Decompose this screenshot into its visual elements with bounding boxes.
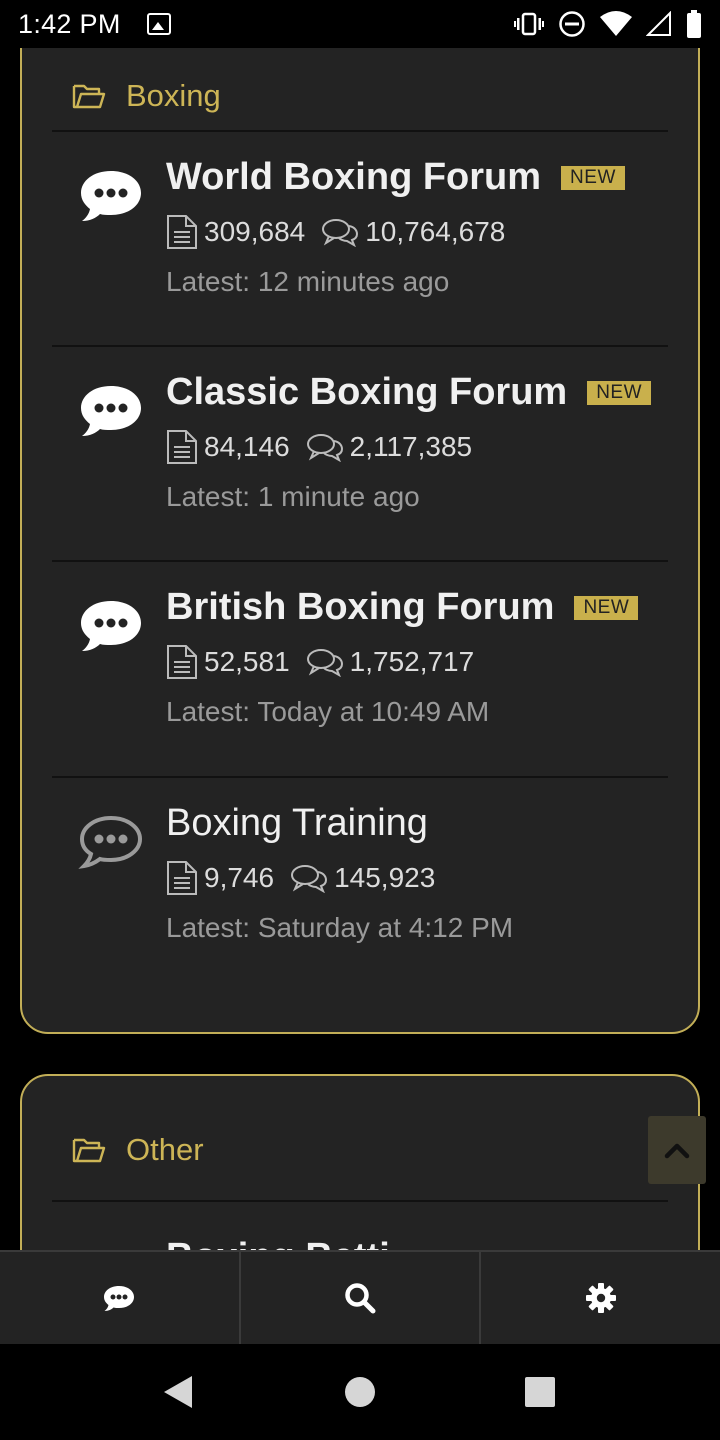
category-title: Boxing: [126, 78, 221, 113]
thread-count: 309,684: [204, 216, 306, 247]
messages-icon: [306, 434, 343, 462]
thread-count: 52,581: [204, 646, 290, 677]
messages-icon: [322, 219, 359, 247]
search-icon: [345, 1283, 376, 1314]
new-badge: NEW: [587, 380, 652, 405]
forum-title-text[interactable]: World Boxing Forum: [166, 156, 541, 199]
chat-bubble-icon: [81, 171, 141, 221]
forum-title[interactable]: Classic Boxing Forum NEW: [166, 371, 652, 414]
latest-post[interactable]: Latest: 1 minute ago: [166, 481, 420, 513]
divider: [52, 1200, 668, 1202]
forum-item[interactable]: World Boxing Forum NEW 309,684 10,764,678…: [22, 132, 702, 347]
forum-stats: 84,146 2,117,385: [166, 429, 472, 465]
signal-icon: [646, 11, 671, 36]
document-icon: [167, 861, 197, 895]
forum-title-text[interactable]: Boxing Training: [166, 802, 428, 845]
category-boxing: Boxing World Boxing Forum NEW 309,684 10,…: [20, 48, 700, 1034]
message-count: 145,923: [334, 862, 436, 893]
category-header[interactable]: Other: [72, 1132, 204, 1168]
messages-icon: [306, 649, 343, 677]
chat-icon: [104, 1286, 135, 1311]
category-header[interactable]: Boxing: [72, 78, 221, 114]
folder-open-icon: [72, 1138, 106, 1163]
recents-icon[interactable]: [524, 1374, 556, 1410]
battery-icon: [687, 10, 701, 38]
nav-search-button[interactable]: [241, 1252, 482, 1344]
android-nav-bar: [0, 1344, 720, 1440]
status-time: 1:42 PM: [18, 8, 121, 39]
nav-settings-button[interactable]: [481, 1252, 720, 1344]
chat-bubble-icon: [81, 601, 141, 651]
thread-count: 84,146: [204, 431, 290, 462]
forum-stats: 309,684 10,764,678: [166, 214, 505, 250]
forum-item[interactable]: Classic Boxing Forum NEW 84,146 2,117,385…: [22, 347, 702, 562]
new-badge: NEW: [561, 165, 625, 190]
latest-post[interactable]: Latest: Today at 10:49 AM: [166, 696, 489, 728]
forum-title[interactable]: British Boxing Forum NEW: [166, 586, 639, 629]
home-icon[interactable]: [344, 1374, 376, 1410]
message-count: 1,752,717: [349, 646, 475, 677]
vibrate-icon: [514, 12, 544, 36]
wifi-icon: [600, 11, 632, 36]
messages-icon: [291, 865, 328, 893]
forum-item[interactable]: British Boxing Forum NEW 52,581 1,752,717…: [22, 562, 702, 777]
message-count: 10,764,678: [365, 216, 506, 247]
chevron-up-icon: [664, 1143, 690, 1159]
chat-bubble-icon: [81, 386, 141, 436]
new-badge: NEW: [574, 595, 639, 620]
status-icons: [514, 10, 702, 38]
status-bar: 1:42 PM: [0, 0, 720, 48]
category-other: Other Boxing Betti: [20, 1074, 700, 1250]
forum-title-text[interactable]: British Boxing Forum: [166, 586, 554, 629]
category-title: Other: [126, 1132, 204, 1167]
message-count: 2,117,385: [349, 431, 473, 462]
gear-icon: [585, 1283, 616, 1313]
forum-title-text[interactable]: Classic Boxing Forum: [166, 371, 567, 414]
folder-open-icon: [72, 84, 106, 109]
forum-stats: 52,581 1,752,717: [166, 644, 474, 680]
document-icon: [167, 430, 197, 464]
document-icon: [167, 215, 197, 249]
document-icon: [167, 645, 197, 679]
forum-stats: 9,746 145,923: [166, 860, 435, 896]
chat-bubble-outline-icon: [78, 815, 143, 869]
forum-list: Boxing World Boxing Forum NEW 309,684 10,…: [0, 48, 720, 1250]
back-icon[interactable]: [162, 1374, 194, 1410]
forum-title[interactable]: World Boxing Forum NEW: [166, 156, 625, 199]
scroll-to-top-button[interactable]: [648, 1116, 706, 1184]
forum-title[interactable]: Boxing Betti: [166, 1236, 390, 1250]
nav-forums-button[interactable]: [0, 1252, 241, 1344]
latest-post[interactable]: Latest: Saturday at 4:12 PM: [166, 912, 513, 944]
latest-post[interactable]: Latest: 12 minutes ago: [166, 266, 449, 298]
forum-item[interactable]: Boxing Training 9,746 145,923 Latest: Sa…: [22, 778, 702, 993]
thread-count: 9,746: [204, 862, 275, 893]
bottom-nav: [0, 1250, 720, 1344]
do-not-disturb-icon: [559, 11, 585, 37]
forum-title[interactable]: Boxing Training: [166, 802, 428, 845]
image-icon: [146, 13, 171, 35]
